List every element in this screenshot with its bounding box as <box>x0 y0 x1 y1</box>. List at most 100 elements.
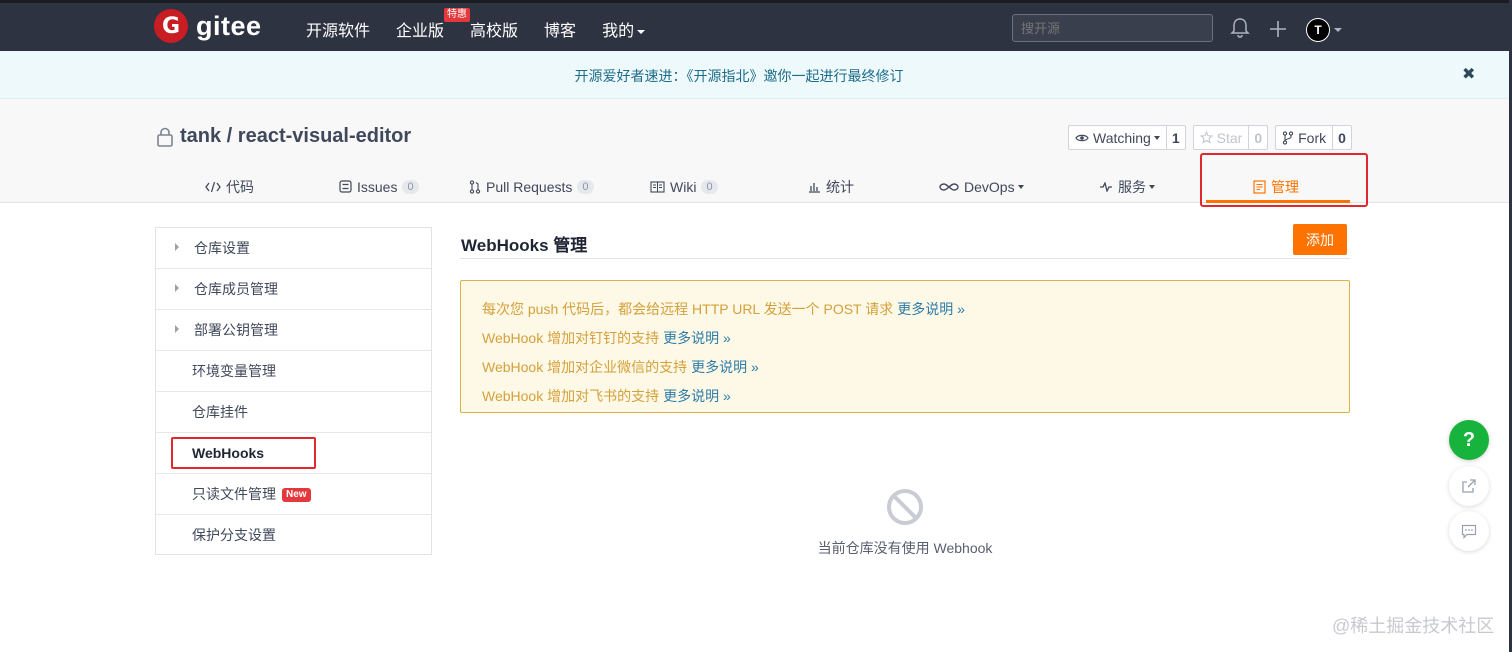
close-icon[interactable]: ✖ <box>1462 64 1475 84</box>
sidebar-item-repo-settings[interactable]: 仓库设置 <box>156 228 431 269</box>
caret-right-icon <box>175 243 179 251</box>
divider <box>460 258 1350 259</box>
star-label: Star <box>1216 129 1243 146</box>
tab-code[interactable]: 代码 <box>205 171 254 202</box>
sidebar-item-label: 只读文件管理 <box>192 486 276 502</box>
repo-action-buttons: Watching 1 Star 0 Fork 0 <box>1068 125 1359 150</box>
empty-state-text: 当前仓库没有使用 Webhook <box>817 540 993 556</box>
caret-right-icon <box>175 284 179 292</box>
plus-icon[interactable] <box>1268 19 1288 39</box>
stats-icon <box>809 182 820 193</box>
repo-title: tank / react-visual-editor <box>156 125 411 148</box>
logo-mark-icon: G <box>154 9 188 43</box>
nav-link-open-source[interactable]: 开源软件 <box>306 17 370 41</box>
gitee-logo[interactable]: G gitee <box>154 9 262 43</box>
watch-count[interactable]: 1 <box>1167 126 1185 149</box>
tab-label: 统计 <box>826 178 854 195</box>
tab-service[interactable]: 服务 <box>1099 171 1155 202</box>
announcement-text[interactable]: 开源爱好者速进：《开源指北》邀你一起进行最终修订 <box>0 66 1478 86</box>
more-info-link[interactable]: 更多说明 » <box>897 301 965 317</box>
tab-pull-requests[interactable]: Pull Requests 0 <box>469 171 594 202</box>
fork-button[interactable]: Fork 0 <box>1275 125 1352 150</box>
sidebar-item-label: 环境变量管理 <box>192 363 276 379</box>
repo-name[interactable]: tank / react-visual-editor <box>180 125 411 148</box>
service-icon <box>1100 181 1112 192</box>
tab-devops[interactable]: DevOps <box>939 171 1024 202</box>
fork-count[interactable]: 0 <box>1333 126 1351 149</box>
tab-count: 0 <box>402 179 419 194</box>
pull-request-icon <box>469 179 481 194</box>
nav-link-education[interactable]: 高校版 <box>470 17 518 41</box>
tab-label: DevOps <box>964 178 1015 195</box>
issues-icon <box>339 180 352 193</box>
watch-button[interactable]: Watching 1 <box>1068 125 1186 150</box>
tab-wiki[interactable]: Wiki 0 <box>650 171 718 202</box>
announcement-bar: 开源爱好者速进：《开源指北》邀你一起进行最终修订 ✖ <box>0 51 1509 99</box>
bell-icon[interactable] <box>1230 17 1250 39</box>
sidebar-item-deploy-keys[interactable]: 部署公钥管理 <box>156 310 431 351</box>
notice-text: WebHook 增加对钉钉的支持 <box>482 330 660 346</box>
nav-links: 开源软件 企业版 特惠 高校版 博客 我的 <box>306 8 671 41</box>
nav-link-blog[interactable]: 博客 <box>544 17 576 41</box>
webhook-info-notice: 每次您 push 代码后，都会给远程 HTTP URL 发送一个 POST 请求… <box>460 280 1350 413</box>
caret-right-icon <box>175 325 179 333</box>
share-icon <box>1462 479 1476 493</box>
nav-link-mine[interactable]: 我的 <box>602 17 646 41</box>
more-info-link[interactable]: 更多说明 » <box>663 330 731 346</box>
notice-line: WebHook 增加对企业微信的支持 更多说明 » <box>482 353 1328 382</box>
sidebar-item-label: 仓库挂件 <box>192 404 248 420</box>
star-icon <box>1199 131 1213 144</box>
nav-link-mine-label: 我的 <box>602 23 635 40</box>
tab-label: Pull Requests <box>486 178 573 195</box>
add-webhook-button[interactable]: 添加 <box>1293 224 1347 255</box>
feedback-button[interactable] <box>1449 511 1489 551</box>
top-navbar: G gitee 开源软件 企业版特惠 高校版 博客 我的 T <box>0 0 1512 51</box>
tab-count: 0 <box>577 179 594 194</box>
star-button[interactable]: Star 0 <box>1192 125 1269 150</box>
share-button[interactable] <box>1449 466 1489 506</box>
notice-text: WebHook 增加对企业微信的支持 <box>482 359 688 375</box>
highlight-box-webhooks <box>171 437 316 469</box>
sidebar-item-widgets[interactable]: 仓库挂件 <box>156 392 431 433</box>
nav-link-enterprise-label: 企业版 <box>396 23 445 40</box>
sidebar-item-env-vars[interactable]: 环境变量管理 <box>156 351 431 392</box>
avatar[interactable]: T <box>1306 18 1330 42</box>
star-count[interactable]: 0 <box>1249 126 1267 149</box>
notice-line: 每次您 push 代码后，都会给远程 HTTP URL 发送一个 POST 请求… <box>482 295 1328 324</box>
notice-text: 每次您 push 代码后，都会给远程 HTTP URL 发送一个 POST 请求 <box>482 301 894 317</box>
highlight-box-manage <box>1200 153 1368 207</box>
chevron-down-icon <box>1149 184 1155 189</box>
more-info-link[interactable]: 更多说明 » <box>691 359 759 375</box>
promo-badge: 特惠 <box>444 8 471 22</box>
settings-sidebar: 仓库设置 仓库成员管理 部署公钥管理 环境变量管理 仓库挂件 WebHooks … <box>155 227 432 555</box>
avatar-chevron-down-icon[interactable] <box>1334 28 1342 32</box>
chevron-down-icon <box>1017 184 1024 189</box>
sidebar-item-label: 部署公钥管理 <box>194 322 278 338</box>
sidebar-item-readonly-files[interactable]: 只读文件管理 New <box>156 474 431 515</box>
watch-label: Watching <box>1093 129 1151 146</box>
tab-label: Issues <box>357 178 398 195</box>
tab-label: 服务 <box>1118 178 1146 195</box>
more-info-link[interactable]: 更多说明 » <box>663 388 731 404</box>
new-badge: New <box>282 488 311 503</box>
help-button[interactable]: ? <box>1449 420 1489 460</box>
chevron-down-icon <box>637 29 646 34</box>
code-icon <box>205 181 221 192</box>
tab-issues[interactable]: Issues 0 <box>339 171 419 202</box>
notice-text: WebHook 增加对飞书的支持 <box>482 388 660 404</box>
tab-count: 0 <box>701 179 718 194</box>
fork-icon <box>1282 130 1294 145</box>
watermark: @稀土掘金技术社区 <box>1332 616 1495 636</box>
tab-stats[interactable]: 统计 <box>808 171 854 202</box>
page-title: WebHooks 管理 <box>461 236 588 255</box>
devops-icon <box>939 182 959 191</box>
sidebar-item-label: 仓库设置 <box>194 240 250 256</box>
comment-icon <box>1461 524 1477 539</box>
logo-text: gitee <box>196 10 262 41</box>
search-input[interactable] <box>1012 14 1213 42</box>
wiki-icon <box>650 180 665 193</box>
sidebar-item-members[interactable]: 仓库成员管理 <box>156 269 431 310</box>
eye-icon <box>1075 134 1089 141</box>
notice-line: WebHook 增加对钉钉的支持 更多说明 » <box>482 324 1328 353</box>
nav-link-enterprise[interactable]: 企业版 特惠 <box>396 8 471 41</box>
